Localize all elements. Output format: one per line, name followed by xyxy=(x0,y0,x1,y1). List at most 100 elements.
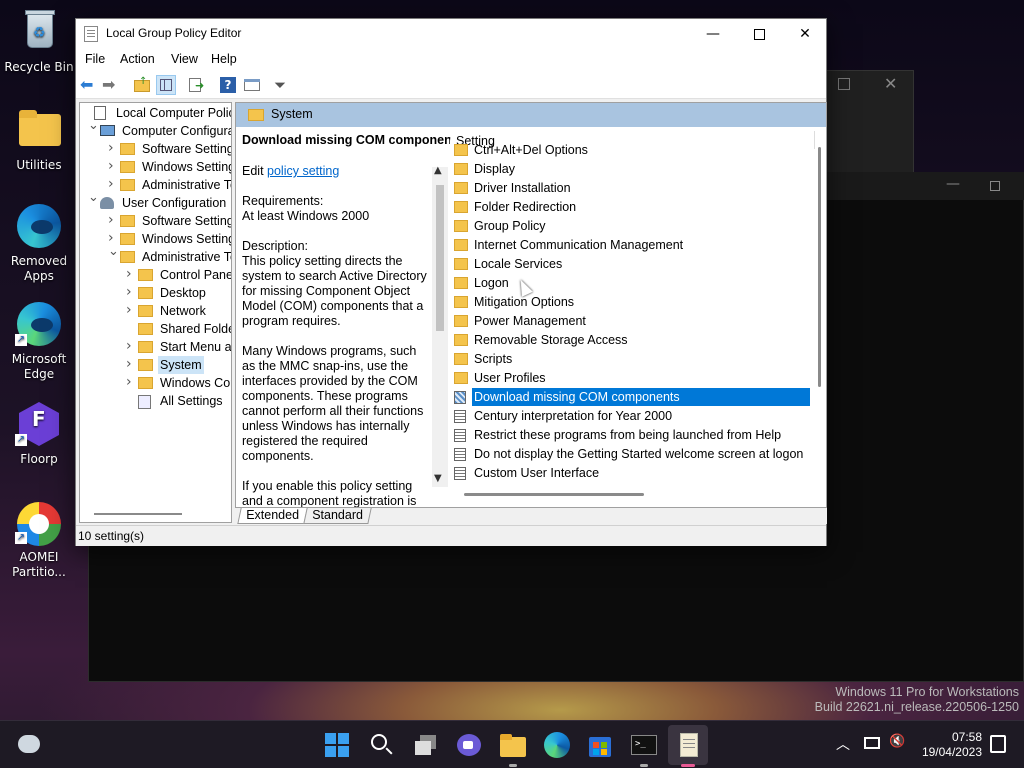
tree-item-label[interactable]: Windows Setting xyxy=(140,158,231,176)
help-icon[interactable]: ? xyxy=(218,75,238,95)
task-view-icon[interactable] xyxy=(412,731,440,759)
edit-policy-link[interactable]: policy setting xyxy=(267,164,339,178)
settings-folder-row[interactable]: Locale Services xyxy=(454,255,804,273)
volume-muted-icon[interactable]: 🔇 xyxy=(889,734,905,749)
chevron-down-icon[interactable]: ⌄ xyxy=(88,118,99,133)
search-icon[interactable] xyxy=(368,731,396,759)
chevron-right-icon[interactable]: › xyxy=(126,338,132,354)
chevron-right-icon[interactable]: › xyxy=(126,266,132,282)
chevron-right-icon[interactable]: › xyxy=(108,140,114,156)
policy-setting-row[interactable]: Download missing COM components xyxy=(454,387,811,407)
desktop-icon-recycle-bin[interactable]: ♻ Recycle Bin xyxy=(4,8,74,75)
menu-file[interactable]: File xyxy=(85,52,105,66)
policy-setting-row[interactable]: Restrict these programs from being launc… xyxy=(454,426,804,444)
description-scrollbar[interactable]: ▲ ▼ xyxy=(432,165,448,487)
settings-folder-row[interactable]: Power Management xyxy=(454,312,804,330)
clock[interactable]: 07:58 19/04/2023 xyxy=(914,730,982,760)
scroll-thumb[interactable] xyxy=(436,185,444,331)
properties-icon[interactable] xyxy=(242,75,262,95)
terminal-icon[interactable]: >_ xyxy=(630,731,658,759)
settings-folder-row[interactable]: Mitigation Options xyxy=(454,293,804,311)
chevron-right-icon[interactable]: › xyxy=(126,374,132,390)
scroll-up-icon[interactable]: ▲ xyxy=(434,165,442,176)
scroll-down-icon[interactable]: ▼ xyxy=(434,473,442,484)
list-horizontal-scrollbar[interactable] xyxy=(464,493,644,496)
desktop-icon-utilities[interactable]: Utilities xyxy=(4,106,74,173)
tree-item-label[interactable]: Windows Setting xyxy=(140,230,231,248)
chevron-down-icon[interactable]: ⌄ xyxy=(88,190,99,205)
tree-item-label[interactable]: Computer Configura xyxy=(120,122,231,140)
settings-folder-row[interactable]: Internet Communication Management xyxy=(454,236,804,254)
tree-item-label[interactable]: Administrative Te xyxy=(140,248,231,266)
menu-action[interactable]: Action xyxy=(120,52,155,66)
filter-icon[interactable]: ⏷ xyxy=(274,75,294,95)
show-hide-tree-icon[interactable] xyxy=(156,75,176,95)
desktop-icon-microsoft-edge[interactable]: ↗ Microsoft Edge xyxy=(4,300,74,382)
navigation-tree[interactable]: Local Computer Policy ⌄ Computer Configura… xyxy=(79,102,232,523)
settings-folder-row[interactable]: Ctrl+Alt+Del Options xyxy=(454,141,804,159)
list-vertical-scrollbar[interactable] xyxy=(818,147,824,489)
tree-item-label[interactable]: Windows Cor xyxy=(158,374,231,392)
menu-help[interactable]: Help xyxy=(211,52,237,66)
tree-item-label[interactable]: Start Menu ar xyxy=(158,338,231,356)
chevron-right-icon[interactable]: › xyxy=(108,158,114,174)
policy-setting-row[interactable]: Do not display the Getting Started welco… xyxy=(454,445,804,463)
tree-item-label[interactable]: Administrative Te xyxy=(140,176,231,194)
chevron-right-icon[interactable]: › xyxy=(126,356,132,372)
show-hidden-icons-chevron-up-icon[interactable]: ︿ xyxy=(836,734,850,754)
notepad-icon[interactable] xyxy=(674,731,702,759)
settings-folder-row[interactable]: Driver Installation xyxy=(454,179,804,197)
menu-view[interactable]: View xyxy=(171,52,198,66)
forward-arrow-icon[interactable]: ➡ xyxy=(102,75,122,95)
settings-folder-row[interactable]: Scripts xyxy=(454,350,804,368)
tree-item-label[interactable]: Local Computer Policy xyxy=(114,104,231,122)
store-icon[interactable] xyxy=(586,731,614,759)
settings-folder-row[interactable]: Folder Redirection xyxy=(454,198,804,216)
notification-icon[interactable] xyxy=(990,735,1006,753)
back-arrow-icon[interactable]: ⬅ xyxy=(80,75,100,95)
tree-item-label[interactable]: Control Panel xyxy=(158,266,231,284)
file-explorer-icon[interactable] xyxy=(499,731,527,759)
scroll-thumb[interactable] xyxy=(818,147,821,387)
export-list-icon[interactable]: ➜ xyxy=(186,75,206,95)
tree-item-label[interactable]: Software Settings xyxy=(140,140,231,158)
chevron-right-icon[interactable]: › xyxy=(126,284,132,300)
settings-folder-row[interactable]: Removable Storage Access xyxy=(454,331,804,349)
chevron-right-icon[interactable]: › xyxy=(108,176,114,192)
chat-icon[interactable] xyxy=(455,731,483,759)
maximize-button[interactable] xyxy=(736,19,782,49)
desktop-icon-floorp[interactable]: F ↗ Floorp xyxy=(4,400,74,467)
tree-item-label[interactable]: Software Settings xyxy=(140,212,231,230)
weather-icon[interactable] xyxy=(18,735,40,753)
tree-item-label[interactable]: All Settings xyxy=(158,392,225,410)
settings-folder-row[interactable]: Group Policy xyxy=(454,217,804,235)
settings-list[interactable]: Setting Ctrl+Alt+Del Options Display Drive… xyxy=(450,127,826,507)
tree-item-label[interactable]: Network xyxy=(158,302,208,320)
chevron-down-icon[interactable]: ⌄ xyxy=(108,244,119,259)
tab-standard[interactable]: Standard xyxy=(303,508,372,524)
edge-icon: ↗ xyxy=(15,300,63,348)
up-folder-icon[interactable]: ↑ xyxy=(132,75,152,95)
settings-folder-row[interactable]: User Profiles xyxy=(454,369,804,387)
chevron-right-icon[interactable]: › xyxy=(126,302,132,318)
settings-folder-row[interactable]: Display xyxy=(454,160,804,178)
policy-setting-row[interactable]: Century interpretation for Year 2000 xyxy=(454,407,804,425)
title-bar[interactable]: Local Group Policy Editor — ✕ xyxy=(76,19,826,49)
tree-item-label[interactable]: Shared Folder xyxy=(158,320,231,338)
settings-folder-row[interactable]: Logon xyxy=(454,274,804,292)
chevron-right-icon[interactable]: › xyxy=(108,212,114,228)
group-policy-editor-window[interactable]: Local Group Policy Editor — ✕ File Actio… xyxy=(75,18,827,546)
start-icon[interactable] xyxy=(323,731,351,759)
desktop-icon-removed-apps[interactable]: Removed Apps xyxy=(4,202,74,284)
policy-setting-row[interactable]: Custom User Interface xyxy=(454,464,804,482)
close-button[interactable]: ✕ xyxy=(782,19,828,49)
edge-icon[interactable] xyxy=(543,731,571,759)
tab-extended[interactable]: Extended xyxy=(237,508,308,524)
tree-item-label[interactable]: User Configuration xyxy=(120,194,228,212)
tree-item-selected[interactable]: System xyxy=(158,356,204,374)
minimize-button[interactable]: — xyxy=(690,19,736,49)
tree-horizontal-scrollbar[interactable] xyxy=(94,513,182,515)
desktop-icon-aomei[interactable]: ↗ AOMEI Partitio... xyxy=(4,498,74,580)
tree-item-label[interactable]: Desktop xyxy=(158,284,208,302)
network-icon[interactable] xyxy=(864,737,880,749)
